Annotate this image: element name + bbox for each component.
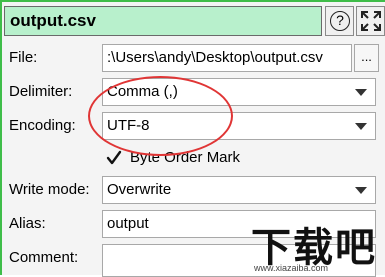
delimiter-value: Comma (,)	[107, 83, 178, 100]
browse-button[interactable]: ...	[354, 44, 379, 72]
encoding-value: UTF-8	[107, 117, 150, 134]
checkmark-icon[interactable]	[105, 149, 123, 167]
delimiter-dropdown[interactable]: Comma (,)	[102, 78, 376, 106]
node-properties-panel: output.csv ? File: :\Users\andy\Desktop\…	[0, 0, 385, 277]
chevron-down-icon	[355, 187, 367, 194]
chevron-down-icon	[355, 123, 367, 130]
encoding-label: Encoding:	[9, 117, 76, 134]
node-title[interactable]: output.csv	[4, 6, 322, 36]
chevron-down-icon	[355, 89, 367, 96]
help-button[interactable]: ?	[325, 6, 354, 36]
file-path-input[interactable]: :\Users\andy\Desktop\output.csv	[102, 44, 352, 72]
expand-button[interactable]	[356, 6, 385, 36]
comment-input[interactable]	[102, 244, 376, 277]
comment-label: Comment:	[9, 249, 79, 266]
write-mode-dropdown[interactable]: Overwrite	[102, 176, 376, 204]
alias-label: Alias:	[9, 215, 46, 232]
delimiter-label: Delimiter:	[9, 83, 73, 100]
write-mode-label: Write mode:	[9, 181, 90, 198]
expand-icon	[361, 11, 381, 31]
bom-label: Byte Order Mark	[130, 149, 241, 166]
encoding-dropdown[interactable]: UTF-8	[102, 112, 376, 140]
write-mode-value: Overwrite	[107, 181, 172, 198]
alias-input[interactable]: output	[102, 210, 376, 238]
file-label: File:	[9, 49, 38, 66]
help-icon: ?	[330, 11, 350, 31]
